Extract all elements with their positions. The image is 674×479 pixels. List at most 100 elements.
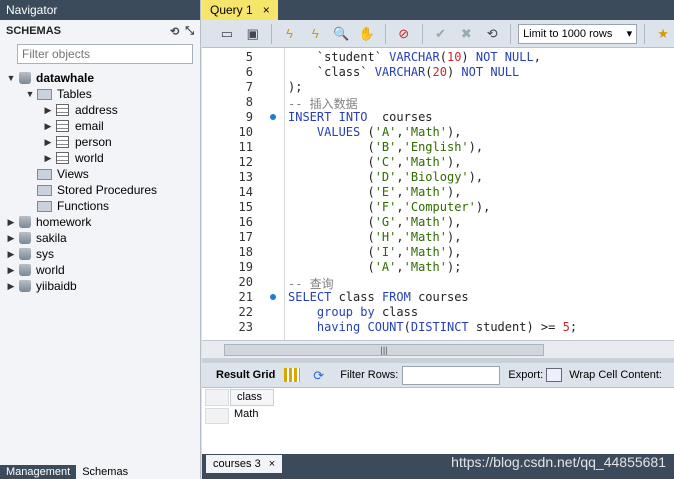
autocommit-icon[interactable]: ⟲ <box>481 24 503 44</box>
gutter-line[interactable]: 22 <box>202 305 284 320</box>
toggle-error-icon[interactable]: ⊘ <box>393 24 415 44</box>
code-line[interactable]: ); <box>288 80 302 95</box>
code-line[interactable]: ('E','Math'), <box>288 185 461 200</box>
code-line[interactable]: `student` VARCHAR(10) NOT NULL, <box>288 50 541 65</box>
code-line[interactable]: ('C','Math'), <box>288 155 461 170</box>
code-line[interactable]: ('A','Math'); <box>288 260 461 275</box>
gutter-line[interactable]: 12 <box>202 155 284 170</box>
filter-rows-input[interactable] <box>402 365 501 385</box>
code-line[interactable]: having COUNT(DISTINCT student) >= 5; <box>288 320 577 335</box>
export-icon[interactable] <box>546 368 563 382</box>
code-line[interactable]: ('D','Biology'), <box>288 170 483 185</box>
collapsed-arrow-icon[interactable]: ▶ <box>43 153 53 164</box>
code-line[interactable]: ('I','Math'), <box>288 245 461 260</box>
watermark: https://blog.csdn.net/qq_44855681 <box>451 454 666 470</box>
tree-item-address[interactable]: ▶ address <box>43 102 118 118</box>
tree-item-world[interactable]: ▶ world <box>43 150 104 166</box>
tree-item-sakila[interactable]: ▶ sakila <box>6 230 67 246</box>
collapsed-arrow-icon[interactable]: ▶ <box>6 265 16 276</box>
collapsed-arrow-icon[interactable]: ▶ <box>43 137 53 148</box>
table-cell[interactable]: Math <box>230 408 274 424</box>
code-line[interactable]: ('G','Math'), <box>288 215 461 230</box>
gutter-line[interactable]: 7 <box>202 80 284 95</box>
execute-icon[interactable]: ϟ <box>279 24 301 44</box>
commit-icon[interactable]: ✔ <box>430 24 452 44</box>
gutter-line[interactable]: 6 <box>202 65 284 80</box>
tree-item-stored-procedures[interactable]: Stored Procedures <box>25 182 157 198</box>
code-line[interactable]: -- 查询 <box>288 275 334 291</box>
limit-rows-select[interactable]: Limit to 1000 rows ▾ <box>518 23 638 44</box>
result-grid-label[interactable]: Result Grid <box>202 369 281 381</box>
gutter-line[interactable]: 11 <box>202 140 284 155</box>
code-line[interactable]: VALUES ('A','Math'), <box>288 125 462 140</box>
tree-item-functions[interactable]: Functions <box>25 198 109 214</box>
gutter-line[interactable]: 9 <box>202 110 284 125</box>
gutter-line[interactable]: 23 <box>202 320 284 335</box>
tab-management[interactable]: Management <box>0 465 77 479</box>
tree-item-email[interactable]: ▶ email <box>43 118 104 134</box>
tree-item-datawhale[interactable]: ▼ datawhale <box>6 70 95 86</box>
tree-item-world[interactable]: ▶ world <box>6 262 65 278</box>
execute-current-icon[interactable]: ϟ <box>304 24 326 44</box>
code-line[interactable]: INSERT INTO courses <box>288 110 433 125</box>
rollback-icon[interactable]: ✖ <box>455 24 477 44</box>
explain-icon[interactable]: 🔍 <box>330 24 352 44</box>
tree-item-homework[interactable]: ▶ homework <box>6 214 92 230</box>
collapsed-arrow-icon[interactable]: ▶ <box>6 233 16 244</box>
close-icon[interactable]: × <box>269 458 275 470</box>
tree-item-tables[interactable]: ▼ Tables <box>25 86 92 102</box>
code-line[interactable]: -- 插入数据 <box>288 95 358 111</box>
code-line[interactable]: ('B','English'), <box>288 140 483 155</box>
save-icon[interactable]: ▣ <box>242 24 264 44</box>
gutter-line[interactable]: 21 <box>202 290 284 305</box>
add-snippet-icon[interactable]: ★ <box>652 24 674 44</box>
filter-objects-input[interactable] <box>17 44 193 64</box>
line-number: 11 <box>238 140 253 154</box>
tab-query-1[interactable]: Query 1 × <box>202 0 278 20</box>
collapsed-arrow-icon[interactable]: ▶ <box>6 281 16 292</box>
tree-item-sys[interactable]: ▶ sys <box>6 246 54 262</box>
expanded-arrow-icon[interactable]: ▼ <box>25 89 35 99</box>
tab-courses-3[interactable]: courses 3 × <box>206 455 283 473</box>
code-line[interactable]: SELECT class FROM courses <box>288 290 469 305</box>
collapsed-arrow-icon[interactable]: ▶ <box>6 249 16 260</box>
gutter-line[interactable]: 19 <box>202 260 284 275</box>
tree-item-label: homework <box>36 215 92 229</box>
refresh-icon[interactable]: ⟳ <box>313 368 329 383</box>
row-header[interactable] <box>205 408 229 424</box>
gutter-line[interactable]: 18 <box>202 245 284 260</box>
column-header[interactable]: class <box>230 389 274 406</box>
tree-item-yiibaidb[interactable]: ▶ yiibaidb <box>6 278 77 294</box>
grid-icon[interactable] <box>284 368 301 382</box>
gutter-line[interactable]: 10 <box>202 125 284 140</box>
code-line[interactable]: `class` VARCHAR(20) NOT NULL <box>288 65 519 80</box>
gutter-line[interactable]: 8 <box>202 95 284 110</box>
query-tab-bar: Query 1 × <box>202 0 674 20</box>
open-file-icon[interactable]: ▭ <box>216 24 238 44</box>
tree-item-person[interactable]: ▶ person <box>43 134 112 150</box>
refresh-icon[interactable]: ⟲ <box>170 25 179 38</box>
collapsed-arrow-icon[interactable]: ▶ <box>43 121 53 132</box>
scrollbar-thumb[interactable]: ||| <box>224 344 544 356</box>
code-line[interactable]: ('H','Math'), <box>288 230 461 245</box>
gutter-line[interactable]: 15 <box>202 200 284 215</box>
sql-editor[interactable]: 5 6 7 8 9 10 11 12 13 14 15 16 17 18 19 20 21 22 23 `stude… <box>202 48 674 340</box>
tree-item-views[interactable]: Views <box>25 166 89 182</box>
code-line[interactable]: group by class <box>288 305 418 320</box>
gutter-line[interactable]: 14 <box>202 185 284 200</box>
collapsed-arrow-icon[interactable]: ▶ <box>43 105 53 116</box>
code-line[interactable]: ('F','Computer'), <box>288 200 490 215</box>
main-area: Query 1 × ▭ ▣ ϟ ϟ 🔍 ✋ ⊘ ✔ ✖ ⟲ Limit to 1… <box>202 0 674 479</box>
gutter-line[interactable]: 5 <box>202 50 284 65</box>
gutter-line[interactable]: 13 <box>202 170 284 185</box>
stop-icon[interactable]: ✋ <box>356 24 378 44</box>
close-icon[interactable]: × <box>263 3 270 17</box>
collapsed-arrow-icon[interactable]: ▶ <box>6 217 16 228</box>
gutter-line[interactable]: 16 <box>202 215 284 230</box>
horizontal-scrollbar[interactable]: ||| <box>202 340 674 358</box>
tab-schemas[interactable]: Schemas <box>76 465 135 479</box>
gutter-line[interactable]: 17 <box>202 230 284 245</box>
collapse-icon[interactable]: ⤡ <box>185 25 194 38</box>
expanded-arrow-icon[interactable]: ▼ <box>6 73 16 83</box>
gutter-line[interactable]: 20 <box>202 275 284 290</box>
